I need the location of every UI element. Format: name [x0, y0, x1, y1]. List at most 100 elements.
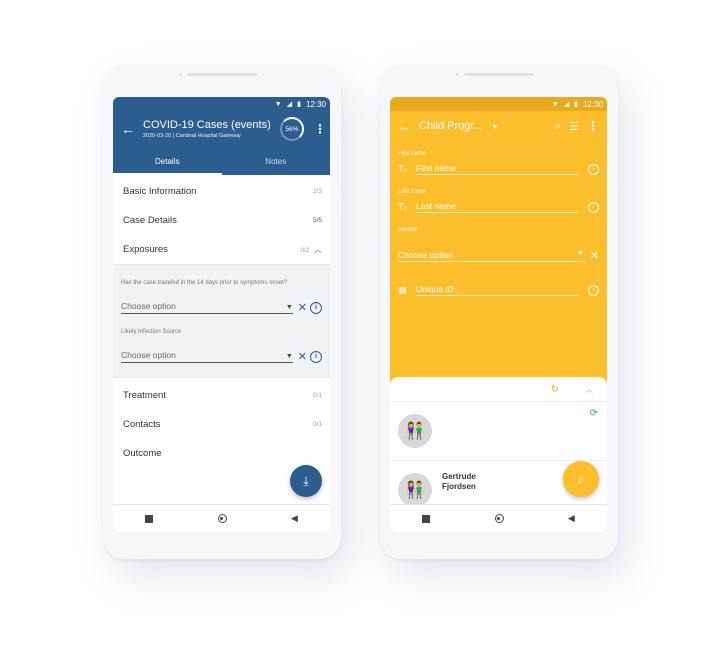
status-bar: ▼ ◢ ▮ 12:30	[113, 97, 330, 111]
info-icon[interactable]: i	[588, 284, 599, 296]
question-row: Choose option ▼ ✕ i	[121, 301, 322, 314]
app-bar: ← Child Progr... ▼ ⌕ ☰ ⋮	[390, 111, 607, 141]
clear-icon[interactable]: ✕	[590, 249, 599, 262]
search-button[interactable]: ⌕	[563, 461, 599, 497]
signal-icon: ◢	[563, 101, 570, 108]
people-icon: 👫	[405, 482, 425, 499]
back-arrow-icon[interactable]: ←	[398, 119, 411, 134]
android-nav-bar: ◀	[113, 504, 330, 532]
sync-icon[interactable]: ⟳	[590, 408, 598, 419]
info-icon[interactable]: i	[310, 301, 322, 314]
dropdown-arrow-icon: ▼	[285, 304, 293, 311]
avatar: 👫	[398, 473, 432, 507]
dropdown-arrow-icon: ▼	[576, 249, 584, 257]
first-name-input[interactable]: First name	[416, 163, 578, 175]
section-label: Contacts	[123, 419, 161, 430]
chevron-up-icon[interactable]: ︿	[314, 245, 322, 254]
program-selector[interactable]: Child Progr... ▼	[419, 120, 547, 132]
section-contacts[interactable]: Contacts 0/1	[113, 410, 330, 439]
reset-icon[interactable]: ↻	[551, 384, 559, 395]
wifi-icon: ▼	[551, 100, 559, 108]
tab-details[interactable]: Details	[113, 147, 222, 175]
signal-icon: ◢	[286, 101, 293, 108]
person-name: Gertrude Fjordsen	[442, 472, 476, 491]
section-label: Basic Information	[123, 186, 197, 197]
last-name-input[interactable]: Last name	[416, 201, 578, 213]
info-icon[interactable]: i	[588, 201, 599, 213]
field-label: First name	[398, 151, 427, 157]
app-bar: ▼ ◢ ▮ 12:30 ← COVID-19 Cases (events) 20…	[113, 97, 330, 175]
title-block: COVID-19 Cases (events) 2020-03-20 | Car…	[143, 119, 280, 139]
phone-side-button	[618, 196, 621, 216]
home-icon[interactable]	[494, 514, 504, 523]
tab-bar: Details Notes	[113, 147, 330, 175]
field-label: Gender	[398, 227, 419, 233]
info-icon[interactable]: i	[588, 163, 599, 175]
clear-icon[interactable]: ✕	[298, 350, 307, 363]
back-arrow-icon[interactable]: ←	[121, 121, 143, 137]
chevron-up-icon[interactable]: ︿	[585, 384, 593, 395]
section-basic-information[interactable]: Basic Information 2/3	[113, 177, 330, 206]
people-icon: 👫	[405, 423, 425, 440]
last-name-field: Last name Tₜ Last name i	[390, 189, 607, 213]
section-label: Case Details	[123, 215, 177, 226]
section-exposures[interactable]: Exposures 0/2 ︿	[113, 235, 330, 264]
section-treatment[interactable]: Treatment 0/1	[113, 381, 330, 410]
recents-icon[interactable]	[145, 514, 154, 523]
more-options-icon[interactable]: ⋮	[314, 122, 326, 136]
phone-screen: ▼ ◢ ▮ 12:30 ← COVID-19 Cases (events) 20…	[113, 97, 330, 532]
search-icon: ⌕	[577, 470, 585, 487]
select-placeholder: Choose option	[121, 301, 176, 311]
battery-icon: ▮	[574, 101, 578, 108]
right-phone: ▼ ◢ ▮ 12:30 ← Child Progr... ▼ ⌕ ☰ ⋮ Fir…	[380, 64, 621, 559]
filter-icon[interactable]: ☰	[569, 120, 579, 133]
text-type-icon: Tₜ	[398, 163, 408, 175]
info-icon[interactable]: i	[310, 350, 322, 363]
sheet-header: ↻ ︿	[390, 377, 607, 402]
avatar: 👫	[398, 414, 432, 448]
infection-source-select[interactable]: Choose option ▼	[121, 350, 293, 363]
status-time: 12:30	[305, 99, 326, 109]
search-icon[interactable]: ⌕	[555, 120, 561, 133]
nav-back-icon[interactable]: ◀	[291, 513, 298, 524]
question-row: Choose option ▼ ✕ i	[121, 350, 322, 363]
wifi-icon: ▼	[274, 100, 282, 108]
select-placeholder: Choose option	[398, 249, 453, 260]
home-icon[interactable]	[217, 514, 227, 523]
section-count: 2/3	[312, 188, 322, 195]
list-item[interactable]: 👫 ⟳	[390, 402, 607, 461]
tab-notes[interactable]: Notes	[222, 147, 331, 175]
more-options-icon[interactable]: ⋮	[587, 119, 599, 133]
phone-screen: ▼ ◢ ▮ 12:30 ← Child Progr... ▼ ⌕ ☰ ⋮ Fir…	[390, 97, 607, 532]
dropdown-arrow-icon: ▼	[285, 353, 293, 360]
travel-select[interactable]: Choose option ▼	[121, 301, 293, 314]
status-time: 12:30	[582, 99, 603, 109]
section-count-group: 0/2 ︿	[300, 244, 322, 255]
page-subtitle: 2020-03-20 | Cardinal Hospital Gateway	[143, 133, 241, 139]
section-label: Treatment	[123, 390, 166, 401]
section-case-details[interactable]: Case Details 5/5	[113, 206, 330, 235]
question-label: Likely Infection Source	[121, 329, 182, 335]
section-label: Outcome	[123, 448, 162, 459]
left-phone: ▼ ◢ ▮ 12:30 ← COVID-19 Cases (events) 20…	[103, 64, 344, 559]
section-count: 5/5	[312, 217, 322, 224]
phone-side-button	[341, 196, 344, 216]
android-nav-bar: ◀	[390, 504, 607, 532]
first-name-field: First name Tₜ First name i	[390, 151, 607, 175]
status-bar: ▼ ◢ ▮ 12:30	[390, 97, 607, 111]
completion-progress: 56%	[280, 117, 304, 141]
exposures-panel: Has the case traveled in the 14 days pri…	[113, 264, 330, 378]
gender-select[interactable]: Choose option ▼	[398, 250, 584, 262]
phone-side-button	[618, 142, 621, 184]
unique-id-input[interactable]: Unique ID	[416, 284, 578, 296]
recents-icon[interactable]	[422, 514, 431, 523]
unique-id-field: ▦ Unique ID i	[390, 284, 607, 296]
nav-back-icon[interactable]: ◀	[568, 513, 575, 524]
page-title: COVID-19 Cases (events)	[143, 119, 271, 131]
section-outcome[interactable]: Outcome	[113, 439, 330, 468]
clear-icon[interactable]: ✕	[298, 301, 307, 314]
download-button[interactable]: ⤓	[290, 465, 322, 497]
download-icon: ⤓	[303, 473, 309, 488]
section-label: Exposures	[123, 244, 168, 255]
text-type-icon: Tₜ	[398, 201, 408, 213]
